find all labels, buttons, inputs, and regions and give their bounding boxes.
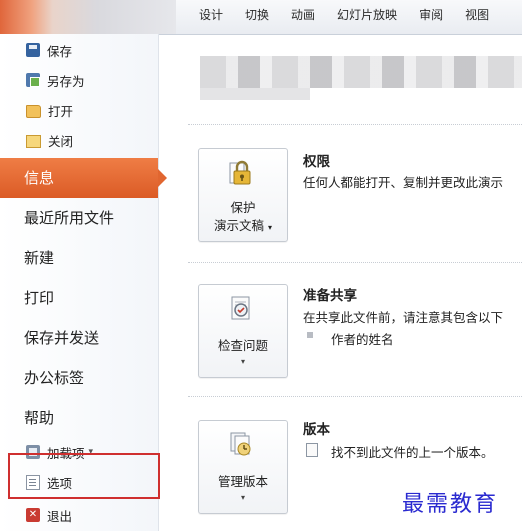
nav-open-label: 打开 <box>48 103 74 119</box>
tab-design[interactable]: 设计 <box>188 0 234 34</box>
versions-title: 版本 <box>303 422 330 438</box>
nav-item-save-send[interactable]: 保存并发送 <box>0 318 158 358</box>
inspect-document-icon <box>231 296 250 320</box>
nav-exit-label: 退出 <box>47 508 73 524</box>
file-tab-area[interactable] <box>0 0 176 34</box>
permissions-desc: 任何人都能打开、复制并更改此演示 <box>303 175 504 190</box>
nav-options-label: 选项 <box>47 475 73 491</box>
check-issues-label: 检查问题 <box>217 338 268 353</box>
document-path-blurred <box>200 88 310 100</box>
tab-review[interactable]: 审阅 <box>408 0 454 34</box>
prepare-bullet-author: 作者的姓名 <box>331 332 394 347</box>
tab-transitions[interactable]: 切换 <box>234 0 280 34</box>
protect-label-2: 演示文稿 ▾ <box>213 218 272 233</box>
chevron-down-icon: ▾ <box>240 357 245 366</box>
save-as-icon <box>26 73 40 87</box>
nav-open[interactable]: 打开 <box>26 98 73 122</box>
nav-item-help[interactable]: 帮助 <box>0 398 158 438</box>
tab-slideshow[interactable]: 幻灯片放映 <box>326 0 408 34</box>
nav-save[interactable]: 保存 <box>26 38 72 62</box>
open-folder-icon <box>26 104 41 118</box>
bullet-icon <box>307 332 313 338</box>
nav-item-info[interactable]: 信息 <box>0 158 167 198</box>
tab-view[interactable]: 视图 <box>454 0 500 34</box>
nav-close-label: 关闭 <box>48 133 74 149</box>
prepare-desc: 在共享此文件前，请注意其包含以下 <box>303 310 504 325</box>
permissions-title: 权限 <box>303 154 330 170</box>
nav-exit[interactable]: ✕ 退出 <box>26 503 72 527</box>
divider <box>188 396 522 397</box>
options-icon <box>26 474 40 490</box>
exit-icon: ✕ <box>26 508 40 522</box>
divider <box>188 124 522 125</box>
chevron-down-icon: ▾ <box>240 493 245 502</box>
nav-item-new[interactable]: 新建 <box>0 238 158 278</box>
prepare-title: 准备共享 <box>303 288 357 304</box>
check-issues-button[interactable]: 检查问题 ▾ <box>198 284 288 378</box>
ribbon-tabs: 设计 切换 动画 幻灯片放映 审阅 视图 <box>188 0 500 34</box>
versions-desc: 找不到此文件的上一个版本。 <box>331 445 494 460</box>
lock-icon <box>229 160 251 185</box>
save-icon <box>26 43 40 57</box>
document-title-blurred <box>200 56 522 88</box>
manage-versions-icon <box>230 432 251 456</box>
manage-versions-button[interactable]: 管理版本 ▾ <box>198 420 288 514</box>
close-folder-icon <box>26 134 41 148</box>
nav-save-as-label: 另存为 <box>47 73 85 89</box>
nav-item-recent[interactable]: 最近所用文件 <box>0 198 158 238</box>
nav-close[interactable]: 关闭 <box>26 128 73 152</box>
ribbon-tab-bar: 设计 切换 动画 幻灯片放映 审阅 视图 <box>0 0 522 35</box>
watermark: 最需教育 <box>402 492 499 517</box>
nav-options[interactable]: 选项 <box>26 470 72 494</box>
nav-save-as[interactable]: 另存为 <box>26 68 85 92</box>
nav-item-office-tab[interactable]: 办公标签 <box>0 358 158 398</box>
nav-save-label: 保存 <box>47 43 73 59</box>
divider <box>188 262 522 263</box>
protect-label-1: 保护 <box>230 200 256 215</box>
manage-versions-label: 管理版本 <box>217 474 268 489</box>
nav-item-print[interactable]: 打印 <box>0 278 158 318</box>
tab-animations[interactable]: 动画 <box>280 0 326 34</box>
protect-presentation-button[interactable]: 保护 演示文稿 ▾ <box>198 148 288 242</box>
document-icon <box>306 443 318 457</box>
